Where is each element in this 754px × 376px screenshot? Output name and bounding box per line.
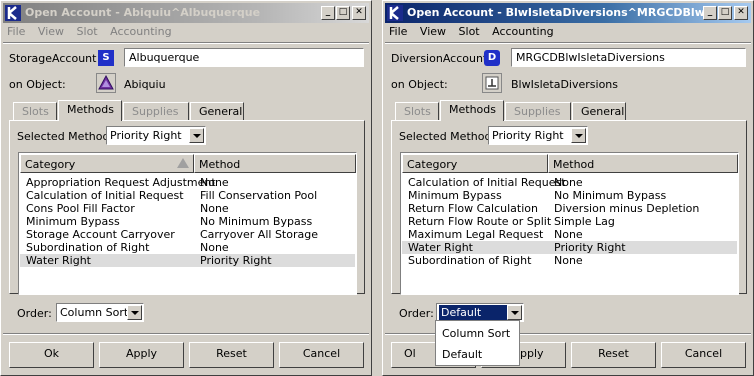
selected-method-value: Priority Right xyxy=(492,129,564,142)
account-type-label: DiversionAccount xyxy=(391,52,488,65)
chevron-down-icon[interactable] xyxy=(571,128,586,143)
close-button[interactable]: ✕ xyxy=(352,6,366,20)
order-dropdown-list: Column Sort Default xyxy=(435,320,520,366)
selected-method-combo[interactable]: Priority Right xyxy=(106,126,206,145)
apply-button[interactable]: Apply xyxy=(99,342,184,368)
order-option-default[interactable]: Default xyxy=(442,348,482,361)
order-value: Default xyxy=(439,305,509,320)
tab-supplies[interactable]: Supplies xyxy=(505,102,571,120)
tab-general[interactable]: General xyxy=(572,102,626,120)
app-icon xyxy=(387,5,403,21)
minimize-button[interactable]: _ xyxy=(321,6,335,20)
menu-view[interactable]: View xyxy=(38,25,64,38)
object-label: on Object: xyxy=(391,78,448,91)
table-row[interactable]: Appropriation Request Adjustment None xyxy=(20,176,355,189)
table-row[interactable]: Return Flow Route or Split Simple Lag xyxy=(402,215,737,228)
tab-slots[interactable]: Slots xyxy=(13,102,57,120)
table-row-selected[interactable]: Water Right Priority Right xyxy=(402,241,737,254)
reset-button[interactable]: Reset xyxy=(189,342,274,368)
column-header-method[interactable]: Method xyxy=(194,154,356,173)
order-value: Column Sort xyxy=(60,306,129,319)
chevron-down-icon[interactable] xyxy=(189,128,204,143)
menu-file[interactable]: File xyxy=(7,25,25,38)
selected-method-label: Selected Method: xyxy=(399,130,496,143)
cancel-button[interactable]: Cancel xyxy=(279,342,364,368)
menu-file[interactable]: File xyxy=(389,25,407,38)
right-titlebar[interactable]: Open Account - BlwIsletaDiversions^MRGCD… xyxy=(385,3,751,23)
close-button[interactable]: ✕ xyxy=(734,6,748,20)
order-label: Order: xyxy=(17,307,52,320)
account-name-field[interactable]: Albuquerque xyxy=(124,48,364,67)
object-name: BlwIsletaDiversions xyxy=(511,78,618,91)
table-row[interactable]: Subordination of Right None xyxy=(402,254,737,267)
tab-slots[interactable]: Slots xyxy=(395,102,439,120)
menu-slot[interactable]: Slot xyxy=(77,25,98,38)
maximize-button[interactable]: □ xyxy=(718,6,732,20)
minimize-button[interactable]: _ xyxy=(703,6,717,20)
menu-accounting[interactable]: Accounting xyxy=(110,25,171,38)
table-row[interactable]: Minimum Bypass No Minimum Bypass xyxy=(402,189,737,202)
order-option-column-sort[interactable]: Column Sort xyxy=(442,327,510,340)
button-separator xyxy=(3,333,369,335)
account-type-label: StorageAccount xyxy=(9,52,97,65)
sort-ascending-icon xyxy=(177,158,189,168)
cancel-button[interactable]: Cancel xyxy=(661,342,746,368)
reservoir-triangle-icon[interactable] xyxy=(96,73,116,93)
reset-button[interactable]: Reset xyxy=(571,342,656,368)
diversion-account-badge: D xyxy=(484,50,500,66)
table-row[interactable]: Cons Pool Fill Factor None xyxy=(20,202,355,215)
object-label: on Object: xyxy=(9,78,66,91)
account-name-field[interactable]: MRGCDBlwIsletaDiversions xyxy=(511,48,746,67)
window-title: Open Account - BlwIsletaDiversions^MRGCD… xyxy=(407,6,703,19)
table-row-selected[interactable]: Water Right Priority Right xyxy=(20,254,355,267)
tab-general[interactable]: General xyxy=(190,102,244,120)
maximize-button[interactable]: □ xyxy=(336,6,350,20)
table-row[interactable]: Storage Account Carryover Carryover All S… xyxy=(20,228,355,241)
menu-separator xyxy=(3,42,369,44)
column-header-category[interactable]: Category xyxy=(402,154,548,173)
table-row[interactable]: Minimum Bypass No Minimum Bypass xyxy=(20,215,355,228)
methods-table: Category Method Calculation of Initial R… xyxy=(400,152,739,295)
left-window: Open Account - Abiquiu^Albuquerque _ □ ✕… xyxy=(0,0,372,376)
object-name: Abiquiu xyxy=(124,78,166,91)
order-label: Order: xyxy=(399,307,434,320)
order-combo[interactable]: Column Sort xyxy=(56,303,144,322)
tab-supplies[interactable]: Supplies xyxy=(123,102,189,120)
menubar: File View Slot Accounting xyxy=(7,25,181,41)
tab-methods[interactable]: Methods xyxy=(58,100,122,121)
menu-view[interactable]: View xyxy=(420,25,446,38)
table-row[interactable]: Maximum Legal Request None xyxy=(402,228,737,241)
left-titlebar[interactable]: Open Account - Abiquiu^Albuquerque _ □ ✕ xyxy=(3,3,369,23)
selected-method-value: Priority Right xyxy=(110,129,182,142)
ok-button[interactable]: Ok xyxy=(9,342,94,368)
diversion-object-icon[interactable] xyxy=(482,73,502,93)
tab-methods[interactable]: Methods xyxy=(440,100,504,121)
table-row[interactable]: Calculation of Initial Request None xyxy=(402,176,737,189)
column-header-category[interactable]: Category xyxy=(20,154,194,173)
column-header-method[interactable]: Method xyxy=(548,154,738,173)
table-row[interactable]: Subordination of Right None xyxy=(20,241,355,254)
menu-separator xyxy=(385,42,751,44)
window-title: Open Account - Abiquiu^Albuquerque xyxy=(25,6,261,19)
table-row[interactable]: Calculation of Initial Request Fill Conse… xyxy=(20,189,355,202)
chevron-down-icon[interactable] xyxy=(507,305,522,320)
table-row[interactable]: Return Flow Calculation Diversion minus D… xyxy=(402,202,737,215)
selected-method-label: Selected Method: xyxy=(17,130,114,143)
chevron-down-icon[interactable] xyxy=(127,305,142,320)
storage-account-badge: S xyxy=(98,50,114,66)
methods-table: Category Method Appropriation Request Ad… xyxy=(18,152,357,295)
selected-method-combo[interactable]: Priority Right xyxy=(488,126,588,145)
menu-accounting[interactable]: Accounting xyxy=(492,25,553,38)
app-icon xyxy=(5,5,21,21)
menubar: File View Slot Accounting xyxy=(389,25,563,41)
menu-slot[interactable]: Slot xyxy=(459,25,480,38)
